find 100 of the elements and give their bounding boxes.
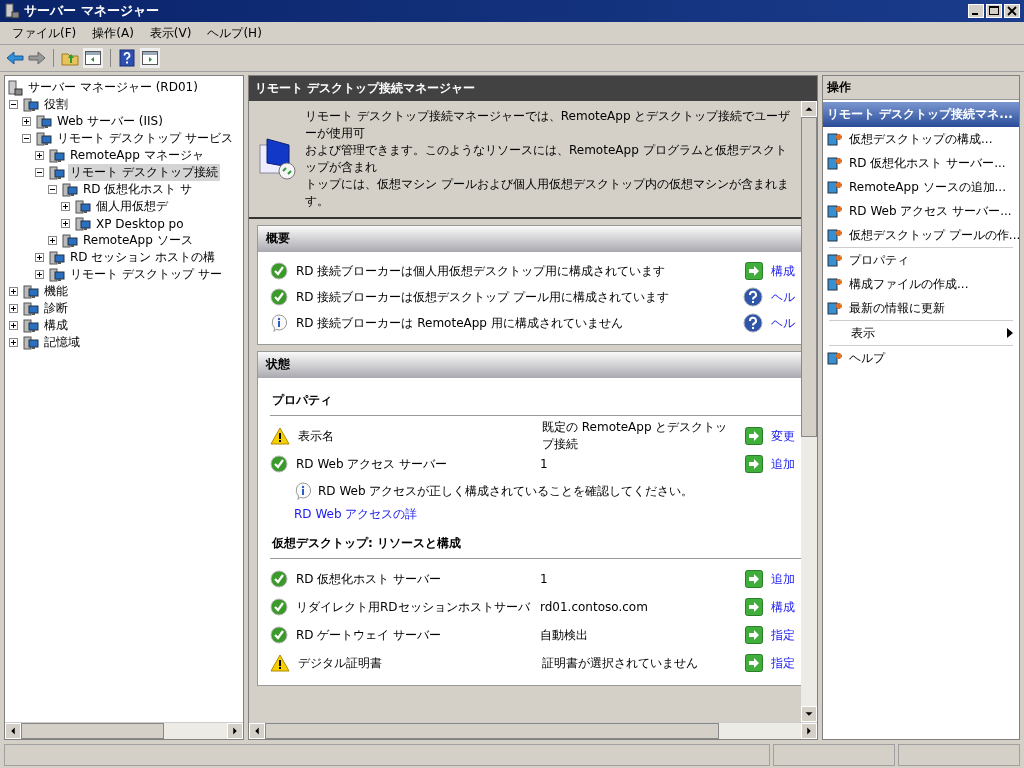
scroll-thumb[interactable] <box>801 117 817 437</box>
action-link[interactable]: 指定 <box>771 626 801 644</box>
scroll-right-icon[interactable] <box>801 723 817 739</box>
scroll-up-icon[interactable] <box>801 101 817 117</box>
tree-item[interactable]: 診断 <box>42 300 70 317</box>
section-header[interactable]: リモート デスクトップ接続マネ... <box>823 102 1019 127</box>
expand-icon[interactable] <box>35 253 44 262</box>
computer-icon <box>49 164 65 181</box>
action-item[interactable]: 仮想デスクトップの構成... <box>823 127 1019 151</box>
computer-icon <box>23 96 39 113</box>
action-link[interactable]: ヘル <box>771 314 801 332</box>
computer-icon <box>75 215 91 232</box>
tree-item[interactable]: 役割 <box>42 96 70 113</box>
action-link[interactable]: 構成 <box>771 598 801 616</box>
info-icon <box>294 482 312 500</box>
tree-item[interactable]: リモート デスクトップ サービス <box>55 130 235 147</box>
action-item[interactable]: 表示 <box>823 321 1019 345</box>
action-link[interactable]: 追加 <box>771 570 801 588</box>
scroll-down-icon[interactable] <box>801 706 817 722</box>
computer-icon <box>36 113 52 130</box>
help-icon[interactable] <box>118 49 136 67</box>
horizontal-scrollbar[interactable] <box>249 722 817 739</box>
property-label: 表示名 <box>298 427 335 445</box>
action-item[interactable]: RemoteApp ソースの追加... <box>823 175 1019 199</box>
expand-icon[interactable] <box>35 151 44 160</box>
server-icon <box>7 79 23 96</box>
action-item[interactable]: ヘルプ <box>823 346 1019 370</box>
help-icon[interactable] <box>743 313 763 333</box>
tree-item[interactable]: RemoteApp マネージャ <box>68 147 206 164</box>
action-pane-icon[interactable] <box>140 48 160 68</box>
menu-item[interactable]: 表示(V) <box>141 22 200 44</box>
collapse-icon[interactable] <box>9 100 18 109</box>
computer-icon <box>49 249 65 266</box>
expand-icon[interactable] <box>61 219 70 228</box>
collapse-icon[interactable] <box>35 168 44 177</box>
expand-icon[interactable] <box>48 236 57 245</box>
action-item[interactable]: RD 仮想化ホスト サーバー... <box>823 151 1019 175</box>
menu-item[interactable]: ヘルプ(H) <box>199 22 270 44</box>
tree-item[interactable]: RD セッション ホストの構 <box>68 249 218 266</box>
vertical-scrollbar[interactable] <box>801 101 817 722</box>
property-value: rd01.contoso.com <box>540 600 649 614</box>
tree-item[interactable]: 構成 <box>42 317 70 334</box>
scroll-thumb[interactable] <box>265 723 720 739</box>
menu-item[interactable]: 操作(A) <box>84 22 142 44</box>
close-button[interactable] <box>1004 4 1020 18</box>
action-link[interactable]: 変更 <box>771 427 801 445</box>
action-link[interactable]: 構成 <box>771 262 801 280</box>
group-heading: 仮想デスクトップ: リソースと構成 <box>270 527 801 559</box>
action-item[interactable]: 最新の情報に更新 <box>823 296 1019 320</box>
pane-title: 操作 <box>823 76 1019 100</box>
scroll-left-icon[interactable] <box>5 723 21 739</box>
menu-item[interactable]: ファイル(F) <box>4 22 85 44</box>
tree-item[interactable]: Web サーバー (IIS) <box>55 113 165 130</box>
expand-icon[interactable] <box>9 338 18 347</box>
help-icon[interactable] <box>743 287 763 307</box>
maximize-button[interactable] <box>986 4 1002 18</box>
status-text: RD 接続ブローカーは RemoteApp 用に構成されていません <box>296 314 624 332</box>
action-link[interactable]: 指定 <box>771 654 801 672</box>
action-item[interactable]: RD Web アクセス サーバー... <box>823 199 1019 223</box>
expand-icon[interactable] <box>35 270 44 279</box>
check-icon <box>270 262 288 280</box>
tree-item[interactable]: リモート デスクトップ接続 <box>68 164 220 181</box>
expand-icon[interactable] <box>22 117 31 126</box>
action-link[interactable]: ヘル <box>771 288 801 306</box>
scroll-thumb[interactable] <box>21 723 164 739</box>
action-item[interactable]: 構成ファイルの作成... <box>823 272 1019 296</box>
expand-icon[interactable] <box>9 287 18 296</box>
computer-icon <box>36 130 52 147</box>
tree-item[interactable]: RD 仮想化ホスト サ <box>81 181 195 198</box>
forward-icon[interactable] <box>28 50 46 66</box>
warning-icon <box>270 427 290 445</box>
expand-icon[interactable] <box>9 321 18 330</box>
expand-icon[interactable] <box>61 202 70 211</box>
scroll-left-icon[interactable] <box>249 723 265 739</box>
tree-pane-icon[interactable] <box>83 48 103 68</box>
back-icon[interactable] <box>6 50 24 66</box>
scroll-right-icon[interactable] <box>227 723 243 739</box>
tree-item[interactable]: サーバー マネージャー (RD01) <box>26 79 200 96</box>
check-icon <box>270 626 288 644</box>
horizontal-scrollbar[interactable] <box>5 722 243 739</box>
tree-item[interactable]: XP Desktop po <box>94 216 186 231</box>
computer-icon <box>62 181 78 198</box>
property-value: 既定の RemoteApp とデスクトップ接続 <box>542 419 729 453</box>
collapse-icon[interactable] <box>48 185 57 194</box>
tree-item[interactable]: リモート デスクトップ サー <box>68 266 224 283</box>
tree-item[interactable]: RemoteApp ソース <box>81 232 195 249</box>
section-header: 概要 <box>258 226 801 252</box>
note-link[interactable]: RD Web アクセスの詳 <box>294 506 418 523</box>
tree-item[interactable]: 個人用仮想デ <box>94 198 170 215</box>
collapse-icon[interactable] <box>22 134 31 143</box>
note-text: RD Web アクセスが正しく構成されていることを確認してください。 <box>318 482 694 500</box>
expand-icon[interactable] <box>9 304 18 313</box>
computer-icon <box>23 283 39 300</box>
tree-item[interactable]: 記憶域 <box>42 334 82 351</box>
minimize-button[interactable] <box>968 4 984 18</box>
action-item[interactable]: プロパティ <box>823 248 1019 272</box>
tree-item[interactable]: 機能 <box>42 283 70 300</box>
action-link[interactable]: 追加 <box>771 455 801 473</box>
description-text: トップには、仮想マシン プールおよび個人用仮想デスクトップ内の仮想マシンが含まれます。 <box>305 176 790 210</box>
action-item[interactable]: 仮想デスクトップ プールの作... <box>823 223 1019 247</box>
